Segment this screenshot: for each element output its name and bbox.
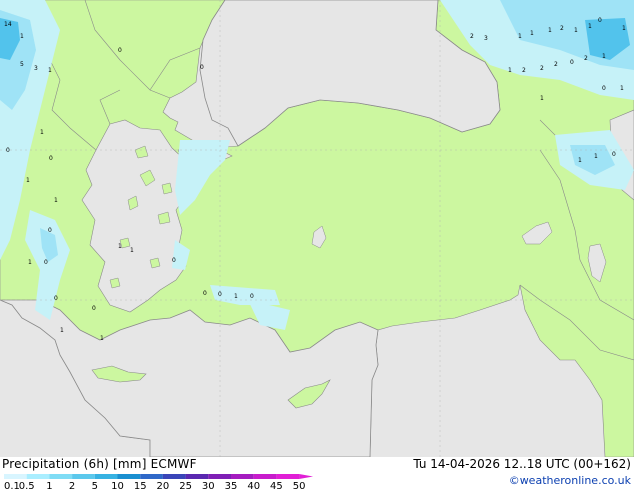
precip-value: 3 <box>484 35 488 42</box>
scale-tick-label: 0.5 <box>19 481 35 490</box>
scale-tick-label: 35 <box>225 481 238 490</box>
scale-tick-label: 30 <box>202 481 215 490</box>
scale-swatch <box>49 474 73 479</box>
precip-value: 3 <box>34 65 38 72</box>
scale-swatch <box>94 474 118 479</box>
precip-value: 1 <box>40 129 44 136</box>
scale-tick-label: 2 <box>69 481 75 490</box>
precip-value: 1 <box>130 247 134 254</box>
precip-value: 1 <box>60 327 64 334</box>
precip-value: 0 <box>598 17 602 24</box>
map-canvas: 14153 1101100100011100 0 1 002 3 1 1 1 2 1101 2 22 02… <box>0 0 634 458</box>
precip-value: 1 <box>548 27 552 34</box>
precip-value: 0 <box>612 151 616 158</box>
scale-swatch <box>253 474 277 479</box>
precip-value: 2 <box>584 55 588 62</box>
credit-link[interactable]: ©weatheronline.co.uk <box>509 474 631 487</box>
precip-value: 0 <box>218 291 222 298</box>
precip-value: 0 <box>602 85 606 92</box>
scale-swatch <box>185 474 209 479</box>
scale-tick-label: 45 <box>270 481 283 490</box>
precip-value: 1 <box>578 157 582 164</box>
precip-value: 5 <box>20 61 24 68</box>
precip-value: 0 <box>203 290 207 297</box>
precip-value: 0 <box>250 293 254 300</box>
precip-value: 1 <box>118 243 122 250</box>
precip-value: 1 <box>234 293 238 300</box>
scale-swatch <box>4 474 27 479</box>
precip-value: 1 <box>518 33 522 40</box>
scale-swatch <box>26 474 50 479</box>
precip-value: 1 <box>540 95 544 102</box>
precip-value: 1 <box>588 23 592 30</box>
precip-value: 2 <box>554 61 558 68</box>
scale-swatch <box>162 474 186 479</box>
precip-value: 0 <box>49 155 53 162</box>
scale-swatch <box>72 474 95 479</box>
scale-swatch <box>117 474 141 479</box>
scale-tick-label: 25 <box>179 481 192 490</box>
color-scale: 0.10.5 1 2 5 10 15 20 25 30 35 40 45 50 <box>4 474 314 490</box>
scale-swatch <box>140 474 163 479</box>
precip-value: 0 <box>54 295 58 302</box>
precip-value: 0 <box>92 305 96 312</box>
valid-time-label: Tu 14-04-2026 12..18 UTC (00+162) <box>413 457 631 471</box>
legend-footer: Precipitation (6h) [mm] ECMWF Tu 14-04-2… <box>0 457 634 490</box>
precip-value: 1 <box>602 53 606 60</box>
scale-swatch <box>276 474 300 479</box>
precip-value: 1 <box>622 25 626 32</box>
scale-arrow <box>299 474 314 479</box>
precip-value: 1 <box>574 27 578 34</box>
precip-value: 0 <box>172 257 176 264</box>
precip-value: 1 <box>100 335 104 342</box>
precip-value: 1 <box>48 67 52 74</box>
precip-value: 2 <box>560 25 564 32</box>
precip-value: 1 <box>20 33 24 40</box>
precip-value: 0 <box>44 259 48 266</box>
precip-value: 14 <box>4 21 12 28</box>
precip-value: 0 <box>570 59 574 66</box>
chart-title: Precipitation (6h) [mm] ECMWF <box>2 457 197 471</box>
precip-value: 0 <box>200 64 204 71</box>
precip-value: 2 <box>470 33 474 40</box>
precipitation-map: 14 1 5 3 1 1 0 1 1 0 0 1 0 0 0 1 1 1 0 0 0 1 0 0 2 3 1 1 1 2 1 1 0 1 2 2 2 0 2… <box>0 0 634 458</box>
precip-value: 0 <box>48 227 52 234</box>
precip-value: 0 <box>6 147 10 154</box>
scale-tick-label: 5 <box>92 481 98 490</box>
scale-tick-label: 50 <box>293 481 306 490</box>
scale-tick-label: 15 <box>134 481 147 490</box>
precip-value: 1 <box>508 67 512 74</box>
scale-tick-label: 20 <box>157 481 170 490</box>
precip-value: 1 <box>620 85 624 92</box>
precip-value: 1 <box>54 197 58 204</box>
precip-value: 1 <box>26 177 30 184</box>
scale-swatch <box>208 474 231 479</box>
scale-tick-label: 10 <box>111 481 124 490</box>
scale-tick-label: 1 <box>46 481 52 490</box>
precip-value: 1 <box>28 259 32 266</box>
precip-value: 1 <box>594 153 598 160</box>
precip-value: 1 <box>530 30 534 37</box>
precip-value: 2 <box>522 67 526 74</box>
scale-tick-label: 40 <box>247 481 260 490</box>
scale-swatch <box>231 474 254 479</box>
scale-tick-label: 0.1 <box>4 481 20 490</box>
precip-value: 2 <box>540 65 544 72</box>
precip-value: 0 <box>118 47 122 54</box>
